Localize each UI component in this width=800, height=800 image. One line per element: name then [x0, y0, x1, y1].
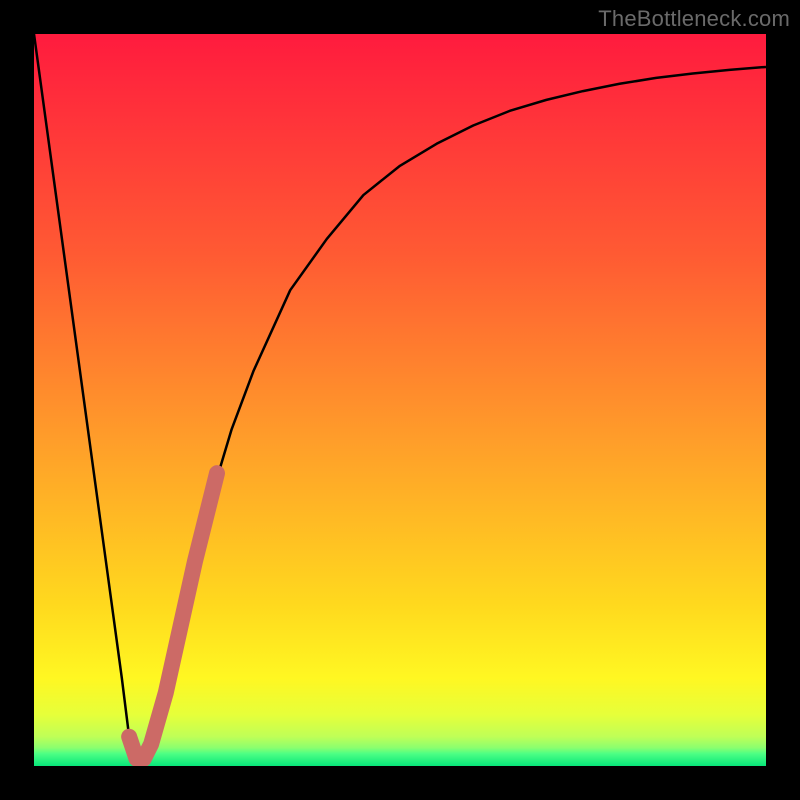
watermark-text: TheBottleneck.com: [598, 6, 790, 32]
highlight-segment: [129, 473, 217, 758]
chart-curves-svg: [34, 34, 766, 766]
chart-frame: TheBottleneck.com: [0, 0, 800, 800]
chart-plot-area: [34, 34, 766, 766]
bottleneck-curve: [34, 34, 766, 759]
